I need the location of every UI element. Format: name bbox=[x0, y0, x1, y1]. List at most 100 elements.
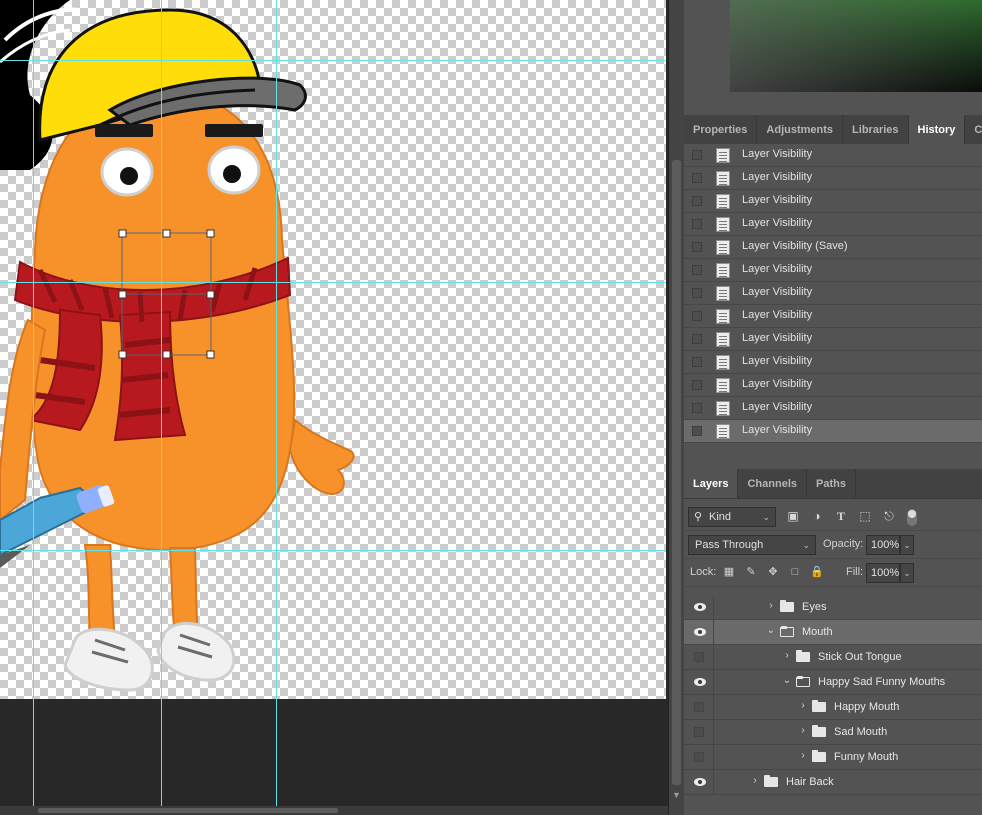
history-snapshot-checkbox[interactable] bbox=[692, 403, 702, 413]
layer-row[interactable]: › Happy Mouth bbox=[684, 695, 982, 720]
guide-horizontal[interactable] bbox=[0, 60, 666, 61]
chevron-right-icon[interactable]: › bbox=[750, 775, 760, 786]
history-state-icon bbox=[716, 309, 730, 324]
history-snapshot-checkbox[interactable] bbox=[692, 173, 702, 183]
history-state-row[interactable]: Layer Visibility (Save) bbox=[684, 236, 982, 259]
history-state-icon bbox=[716, 263, 730, 278]
filter-toggle-switch[interactable] bbox=[907, 509, 917, 526]
layer-visibility-toggle[interactable] bbox=[684, 645, 714, 669]
history-state-row[interactable]: Layer Visibility bbox=[684, 282, 982, 305]
lock-all-icon[interactable]: 🔒 bbox=[810, 565, 824, 579]
history-state-row[interactable]: Layer Visibility bbox=[684, 374, 982, 397]
history-state-row[interactable]: Layer Visibility bbox=[684, 397, 982, 420]
chevron-down-icon[interactable]: ⌄ bbox=[766, 625, 776, 636]
history-snapshot-checkbox[interactable] bbox=[692, 334, 702, 344]
lock-position-icon[interactable]: ✥ bbox=[766, 565, 780, 579]
fill-field[interactable]: 100% bbox=[866, 563, 900, 583]
history-snapshot-checkbox[interactable] bbox=[692, 357, 702, 367]
chevron-right-icon[interactable]: › bbox=[798, 750, 808, 761]
artboard-transparent[interactable] bbox=[0, 0, 666, 699]
history-state-icon bbox=[716, 171, 730, 186]
opacity-chevron-icon[interactable]: ⌄ bbox=[900, 535, 914, 555]
lock-artboard-icon[interactable]: □ bbox=[788, 565, 802, 579]
layer-row[interactable]: › Stick Out Tongue bbox=[684, 645, 982, 670]
tab-layers[interactable]: Layers bbox=[684, 469, 739, 498]
chevron-right-icon[interactable]: › bbox=[782, 650, 792, 661]
guide-vertical[interactable] bbox=[33, 0, 34, 807]
guide-vertical[interactable] bbox=[276, 0, 277, 807]
history-state-row[interactable]: Layer Visibility bbox=[684, 190, 982, 213]
image-filter-icon[interactable]: ▣ bbox=[785, 508, 801, 524]
lock-transparent-pixels-icon[interactable]: ▦ bbox=[722, 565, 736, 579]
filter-kind-dropdown[interactable]: ⚲ Kind ⌄ bbox=[688, 507, 776, 527]
layer-visibility-toggle[interactable] bbox=[684, 720, 714, 744]
layer-row[interactable]: › Hair Back bbox=[684, 770, 982, 795]
history-snapshot-checkbox[interactable] bbox=[692, 150, 702, 160]
layer-visibility-toggle[interactable] bbox=[684, 670, 714, 694]
adjustment-filter-icon[interactable]: ◑ bbox=[809, 508, 825, 524]
layer-row[interactable]: ⌄ Happy Sad Funny Mouths bbox=[684, 670, 982, 695]
smart-object-filter-icon[interactable]: ⎋ bbox=[881, 508, 897, 524]
history-state-row[interactable]: Layer Visibility bbox=[684, 213, 982, 236]
scroll-down-arrow-icon[interactable]: ▼ bbox=[672, 790, 681, 800]
history-state-label: Layer Visibility bbox=[742, 217, 813, 229]
history-state-row[interactable]: Layer Visibility bbox=[684, 167, 982, 190]
layer-row[interactable]: › Eyes bbox=[684, 595, 982, 620]
tab-adjustments[interactable]: Adjustments bbox=[757, 115, 844, 144]
history-snapshot-checkbox[interactable] bbox=[692, 288, 702, 298]
history-snapshot-checkbox[interactable] bbox=[692, 380, 702, 390]
history-snapshot-checkbox[interactable] bbox=[692, 219, 702, 229]
chevron-right-icon[interactable]: › bbox=[766, 600, 776, 611]
history-snapshot-checkbox[interactable] bbox=[692, 242, 702, 252]
layer-visibility-toggle[interactable] bbox=[684, 620, 714, 644]
history-state-label: Layer Visibility bbox=[742, 332, 813, 344]
history-state-row[interactable]: Layer Visibility bbox=[684, 305, 982, 328]
fill-chevron-icon[interactable]: ⌄ bbox=[900, 563, 914, 583]
layer-visibility-toggle[interactable] bbox=[684, 745, 714, 769]
tab-history[interactable]: History bbox=[908, 115, 966, 144]
chevron-right-icon[interactable]: › bbox=[798, 700, 808, 711]
shape-filter-icon[interactable]: ⬚ bbox=[857, 508, 873, 524]
horizontal-scrollbar[interactable] bbox=[0, 806, 668, 815]
guide-vertical[interactable] bbox=[161, 0, 162, 807]
history-state-row[interactable]: Layer Visibility bbox=[684, 144, 982, 167]
history-snapshot-checkbox[interactable] bbox=[692, 311, 702, 321]
history-state-label: Layer Visibility bbox=[742, 401, 813, 413]
layer-name: Eyes bbox=[802, 601, 827, 613]
vertical-scroll-thumb[interactable] bbox=[672, 160, 681, 785]
right-eyebrow bbox=[205, 124, 263, 137]
history-snapshot-checkbox[interactable] bbox=[692, 196, 702, 206]
lock-image-pixels-icon[interactable]: ✎ bbox=[744, 565, 758, 579]
history-state-label: Layer Visibility bbox=[742, 309, 813, 321]
history-snapshot-checkbox[interactable] bbox=[692, 265, 702, 275]
layer-row[interactable]: ⌄ Mouth bbox=[684, 620, 982, 645]
layer-visibility-toggle[interactable] bbox=[684, 595, 714, 619]
chevron-right-icon[interactable]: › bbox=[798, 725, 808, 736]
color-picker-field[interactable] bbox=[730, 0, 982, 92]
layer-row[interactable]: › Sad Mouth bbox=[684, 720, 982, 745]
history-snapshot-checkbox[interactable] bbox=[692, 426, 702, 436]
folder-icon bbox=[764, 775, 778, 787]
layer-visibility-toggle[interactable] bbox=[684, 695, 714, 719]
tab-comments[interactable]: Comme bbox=[965, 115, 982, 144]
history-state-row[interactable]: Layer Visibility bbox=[684, 328, 982, 351]
horizontal-scroll-thumb[interactable] bbox=[38, 808, 338, 813]
tab-libraries[interactable]: Libraries bbox=[843, 115, 909, 144]
guide-horizontal[interactable] bbox=[0, 282, 666, 283]
chevron-down-icon[interactable]: ⌄ bbox=[782, 675, 792, 686]
document-canvas[interactable] bbox=[0, 0, 668, 815]
chevron-down-icon: ⌄ bbox=[802, 540, 810, 550]
layer-visibility-toggle[interactable] bbox=[684, 770, 714, 794]
tab-properties[interactable]: Properties bbox=[684, 115, 758, 144]
history-state-row[interactable]: Layer Visibility bbox=[684, 351, 982, 374]
vertical-scrollbar[interactable]: ▼ bbox=[668, 0, 684, 815]
layer-row[interactable]: › Funny Mouth bbox=[684, 745, 982, 770]
history-state-row[interactable]: Layer Visibility bbox=[684, 259, 982, 282]
blend-mode-dropdown[interactable]: Pass Through ⌄ bbox=[688, 535, 816, 555]
history-state-row[interactable]: Layer Visibility bbox=[684, 420, 982, 443]
opacity-field[interactable]: 100% bbox=[866, 535, 900, 555]
guide-horizontal[interactable] bbox=[0, 550, 666, 551]
type-filter-icon[interactable]: T bbox=[833, 508, 849, 524]
tab-paths[interactable]: Paths bbox=[807, 469, 856, 498]
tab-channels[interactable]: Channels bbox=[738, 469, 807, 498]
